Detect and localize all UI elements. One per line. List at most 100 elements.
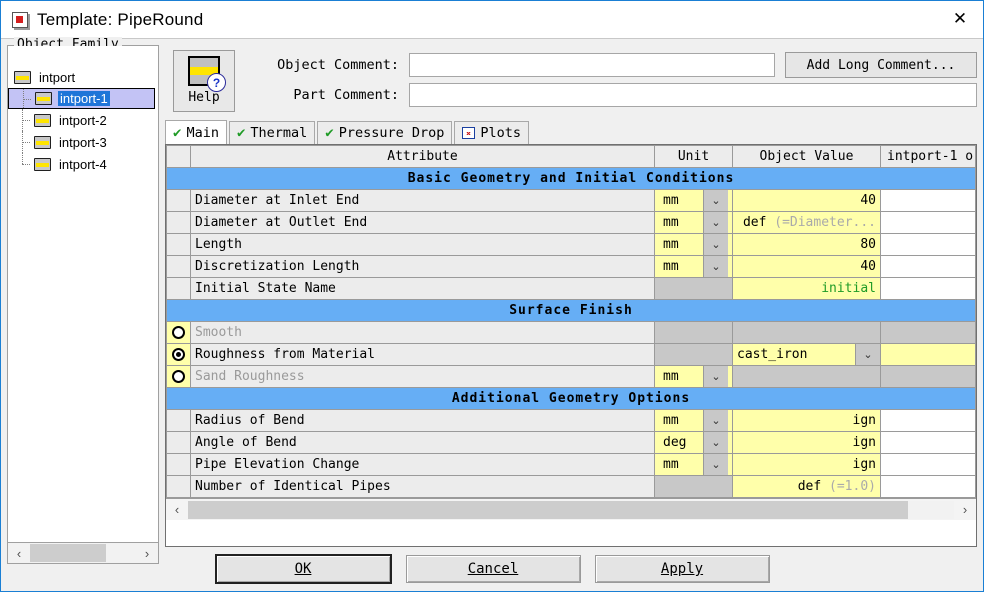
close-icon[interactable]: ✕ (937, 1, 983, 37)
row-attribute: Smooth (190, 321, 655, 344)
unit-dropdown[interactable]: mm ⌄ (654, 233, 733, 256)
tab-thermal[interactable]: ✔ Thermal (228, 121, 316, 144)
instance-value-cell[interactable] (880, 343, 976, 366)
scrollbar-thumb[interactable] (30, 544, 107, 562)
chevron-down-icon[interactable]: ⌄ (703, 410, 728, 431)
instance-value-cell[interactable] (880, 475, 976, 498)
instance-value-cell[interactable] (880, 255, 976, 278)
radio-sand-roughness[interactable] (166, 365, 191, 388)
object-value-cell[interactable]: ign (732, 453, 881, 476)
tab-main[interactable]: ✔ Main (165, 120, 227, 144)
unit-value: mm (663, 237, 679, 252)
cancel-button[interactable]: Cancel (405, 555, 581, 583)
unit-dropdown[interactable]: mm ⌄ (654, 409, 733, 432)
tree-item-label: intport (39, 69, 76, 85)
table-row[interactable]: Smooth (166, 321, 976, 344)
unit-dropdown[interactable]: mm ⌄ (654, 189, 733, 212)
attributes-grid: Attribute Unit Object Value intport-1 o … (166, 145, 976, 498)
chevron-down-icon[interactable]: ⌄ (703, 212, 728, 233)
object-value-cell[interactable]: def (=Diameter... (732, 211, 881, 234)
unit-dropdown[interactable]: mm ⌄ (654, 453, 733, 476)
chevron-down-icon[interactable]: ⌄ (703, 190, 728, 211)
unit-dropdown[interactable]: deg ⌄ (654, 431, 733, 454)
scroll-right-icon[interactable]: › (954, 501, 976, 519)
scroll-right-icon[interactable]: › (136, 544, 158, 562)
tab-label: Thermal (250, 125, 308, 141)
ok-button[interactable]: OK (214, 554, 392, 584)
object-value-cell[interactable]: ign (732, 431, 881, 454)
table-horizontal-scrollbar[interactable]: ‹ › (166, 498, 976, 520)
tree-item-intport[interactable]: intport (8, 66, 158, 88)
object-value-cell[interactable]: 80 (732, 233, 881, 256)
scrollbar-thumb[interactable] (188, 500, 909, 519)
tree-item-intport-1[interactable]: intport-1 (8, 88, 155, 109)
table-row[interactable]: Angle of Bend deg ⌄ ign (166, 431, 976, 454)
table-row[interactable]: Diameter at Outlet End mm ⌄ def (=Diamete… (166, 211, 976, 234)
table-row[interactable]: Initial State Name initial (166, 277, 976, 300)
row-attribute: Initial State Name (190, 277, 655, 300)
title-bar: Template: PipeRound ✕ (1, 1, 983, 39)
instance-value-cell[interactable] (880, 277, 976, 300)
table-row[interactable]: Pipe Elevation Change mm ⌄ ign (166, 453, 976, 476)
object-value-cell[interactable]: initial (732, 277, 881, 300)
apply-button[interactable]: Apply (594, 555, 770, 583)
table-row[interactable]: Discretization Length mm ⌄ 40 (166, 255, 976, 278)
chevron-down-icon[interactable]: ⌄ (703, 256, 728, 277)
instance-value-cell[interactable] (880, 233, 976, 256)
table-row[interactable]: Number of Identical Pipes def (=1.0) (166, 475, 976, 498)
add-long-comment-button[interactable]: Add Long Comment... (785, 52, 977, 78)
instance-value-cell[interactable] (880, 189, 976, 212)
row-attribute: Diameter at Inlet End (190, 189, 655, 212)
unit-value: mm (663, 193, 679, 208)
instance-value-cell[interactable] (880, 453, 976, 476)
scroll-left-icon[interactable]: ‹ (8, 544, 30, 562)
instance-value-cell[interactable] (880, 211, 976, 234)
chevron-down-icon[interactable]: ⌄ (855, 344, 880, 365)
table-row[interactable]: Diameter at Inlet End mm ⌄ 40 (166, 189, 976, 212)
tab-pressure-drop[interactable]: ✔ Pressure Drop (317, 121, 453, 144)
object-value-cell[interactable]: def (=1.0) (732, 475, 881, 498)
tree-item-intport-4[interactable]: intport-4 (8, 153, 158, 175)
object-value-cell (732, 321, 881, 344)
chevron-down-icon[interactable]: ⌄ (703, 366, 728, 387)
header-instance: intport-1 o (880, 145, 976, 168)
part-comment-label: Part Comment: (293, 87, 399, 103)
object-value-cell[interactable]: ign (732, 409, 881, 432)
unit-dropdown[interactable]: mm ⌄ (654, 211, 733, 234)
object-comment-input[interactable] (409, 53, 775, 77)
row-attribute: Sand Roughness (190, 365, 655, 388)
table-row[interactable]: Length mm ⌄ 80 (166, 233, 976, 256)
scrollbar-track[interactable] (188, 500, 954, 519)
chevron-down-icon[interactable]: ⌄ (703, 454, 728, 475)
radio-roughness-from-material[interactable] (166, 343, 191, 366)
table-row[interactable]: Sand Roughness mm ⌄ (166, 365, 976, 388)
radio-smooth[interactable] (166, 321, 191, 344)
help-button[interactable]: ? Help (173, 50, 235, 112)
green-check-icon: ✔ (236, 125, 246, 141)
scroll-left-icon[interactable]: ‹ (166, 501, 188, 519)
part-comment-input[interactable] (409, 83, 977, 107)
table-row[interactable]: Roughness from Material cast_iron ⌄ (166, 343, 976, 366)
object-value-cell[interactable]: 40 (732, 255, 881, 278)
table-row[interactable]: Radius of Bend mm ⌄ ign (166, 409, 976, 432)
tree-item-intport-2[interactable]: intport-2 (8, 109, 158, 131)
object-value-cell[interactable]: 40 (732, 189, 881, 212)
tree-item-intport-3[interactable]: intport-3 (8, 131, 158, 153)
header-unit: Unit (654, 145, 733, 168)
unit-cell (654, 277, 733, 300)
instance-value-cell[interactable] (880, 431, 976, 454)
scrollbar-track[interactable] (30, 544, 136, 562)
unit-dropdown[interactable]: mm ⌄ (654, 255, 733, 278)
chevron-down-icon[interactable]: ⌄ (703, 234, 728, 255)
tab-plots[interactable]: Plots (454, 121, 530, 144)
instance-value-cell[interactable] (880, 409, 976, 432)
unit-dropdown[interactable]: mm ⌄ (654, 365, 733, 388)
default-expression: (=Diameter... (774, 215, 876, 230)
tree-item-label: intport-4 (59, 156, 107, 172)
header-radio (166, 145, 191, 168)
apply-label: Apply (660, 561, 704, 577)
object-family-tree[interactable]: intport intport-1 intport-2 intport-3 in (8, 46, 158, 542)
tree-horizontal-scrollbar[interactable]: ‹ › (8, 542, 158, 563)
chevron-down-icon[interactable]: ⌄ (703, 432, 728, 453)
material-dropdown[interactable]: cast_iron ⌄ (732, 343, 881, 366)
